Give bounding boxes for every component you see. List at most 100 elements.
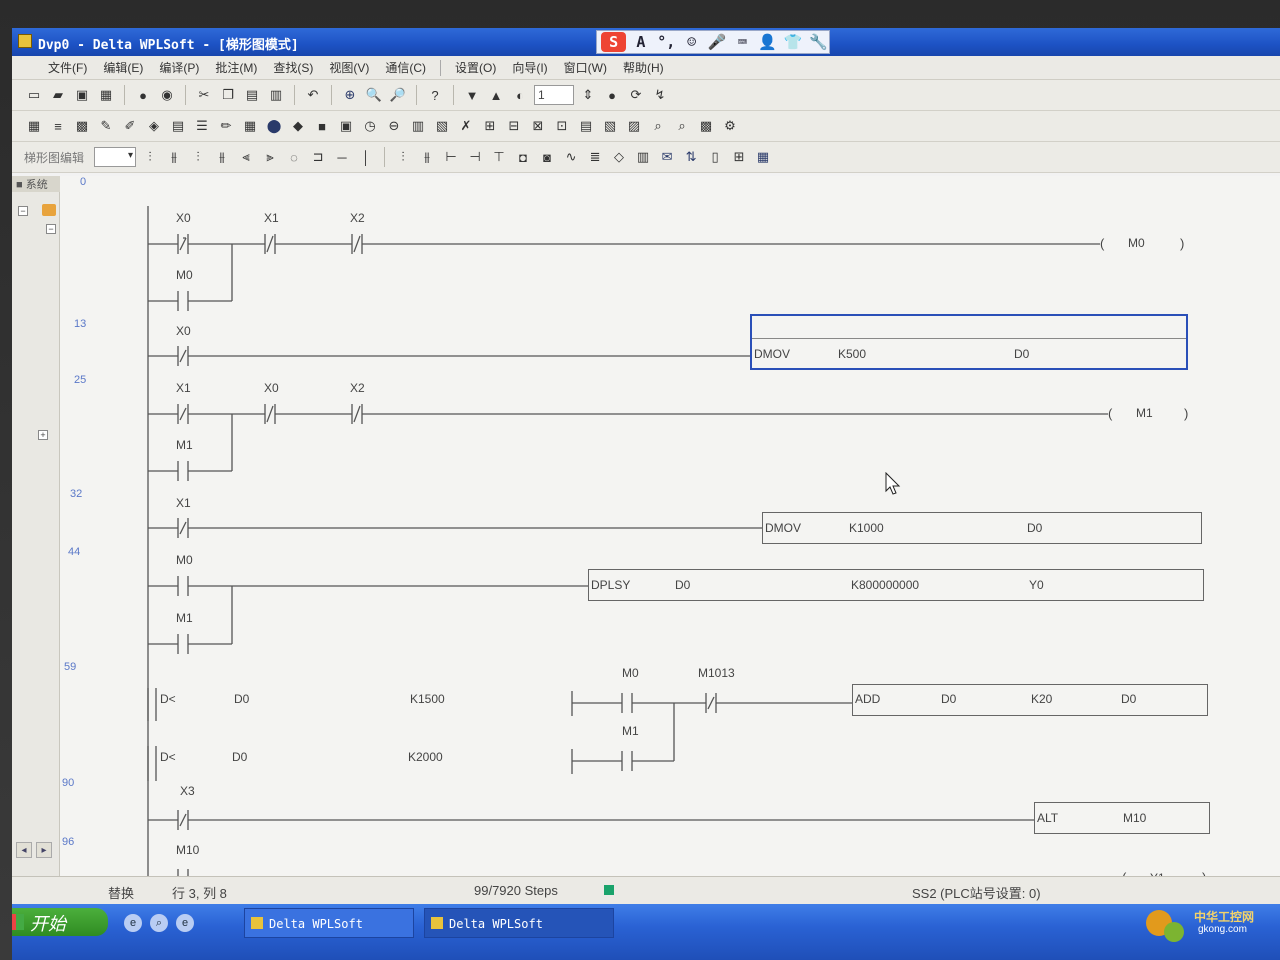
coil-insert-icon[interactable]: ◌ bbox=[284, 147, 304, 167]
menu-options[interactable]: 设置(O) bbox=[447, 59, 504, 76]
comment-icon[interactable]: ✎ bbox=[96, 116, 116, 136]
transfer-icon[interactable]: ⇅ bbox=[681, 147, 701, 167]
search-icon[interactable]: ⌕ bbox=[648, 116, 668, 136]
ime-emoji-icon[interactable]: ☺ bbox=[681, 32, 702, 52]
function-icon[interactable]: ⊐ bbox=[308, 147, 328, 167]
grid-icon[interactable]: ▦ bbox=[240, 116, 260, 136]
table-icon[interactable]: ▤ bbox=[168, 116, 188, 136]
hline-icon[interactable]: ─ bbox=[332, 147, 352, 167]
timer-icon[interactable]: ⊠ bbox=[528, 116, 548, 136]
pencil-icon[interactable]: ✏ bbox=[216, 116, 236, 136]
zoom-out-icon[interactable]: 🔎 bbox=[388, 85, 408, 105]
ime-skin-icon[interactable]: 👕 bbox=[782, 32, 803, 52]
compare-operand[interactable]: K1500 bbox=[410, 692, 445, 706]
contact-label[interactable]: M0 bbox=[622, 666, 639, 680]
tag-icon[interactable]: ◆ bbox=[288, 116, 308, 136]
compare-op[interactable]: D< bbox=[160, 692, 176, 706]
menu-search[interactable]: 查找(S) bbox=[265, 59, 321, 76]
paste-icon[interactable]: ▤ bbox=[242, 85, 262, 105]
scroll-right-icon[interactable]: ▸ bbox=[36, 842, 52, 858]
connect-icon[interactable]: ↯ bbox=[650, 85, 670, 105]
menu-wizard[interactable]: 向导(I) bbox=[504, 59, 555, 76]
delete-vline-icon[interactable]: ⫵ bbox=[417, 147, 437, 167]
contact-label[interactable]: X2 bbox=[350, 211, 365, 225]
search-icon[interactable]: ⌕ bbox=[150, 914, 168, 932]
ime-settings-icon[interactable]: 🔧 bbox=[808, 32, 829, 52]
pid-icon[interactable]: ◘ bbox=[513, 147, 533, 167]
tools-icon[interactable]: ⚙ bbox=[720, 116, 740, 136]
contact-label[interactable]: X2 bbox=[350, 381, 365, 395]
ie-icon[interactable]: e bbox=[124, 914, 142, 932]
block-icon[interactable]: ■ bbox=[312, 116, 332, 136]
contact-label[interactable]: X3 bbox=[180, 784, 195, 798]
menu-communication[interactable]: 通信(C) bbox=[377, 59, 434, 76]
coil-icon[interactable]: ⊞ bbox=[480, 116, 500, 136]
ime-keyboard-icon[interactable]: ⌨ bbox=[732, 32, 753, 52]
mail-icon[interactable]: ✉ bbox=[657, 147, 677, 167]
ime-voice-icon[interactable]: 🎤 bbox=[706, 32, 727, 52]
menu-comment[interactable]: 批注(M) bbox=[207, 59, 265, 76]
falling-edge-icon[interactable]: ⫸ bbox=[260, 147, 280, 167]
stop-icon[interactable]: ⊖ bbox=[384, 116, 404, 136]
run-icon[interactable]: ● bbox=[602, 85, 622, 105]
instruction-box[interactable]: DPLSY D0 K800000000 Y0 bbox=[588, 569, 1204, 601]
vline-icon[interactable]: │ bbox=[356, 147, 376, 167]
plc-icon[interactable]: ▥ bbox=[408, 116, 428, 136]
search-next-icon[interactable]: ⌕ bbox=[672, 116, 692, 136]
compare-operand[interactable]: D0 bbox=[232, 750, 247, 764]
wrench-icon[interactable]: ✗ bbox=[456, 116, 476, 136]
coil-label[interactable]: M0 bbox=[1128, 236, 1145, 250]
save-icon[interactable]: ▣ bbox=[72, 85, 92, 105]
folder-icon[interactable] bbox=[42, 204, 56, 216]
marker-icon[interactable]: ⬤ bbox=[264, 116, 284, 136]
contact-label[interactable]: M1 bbox=[622, 724, 639, 738]
tree-tab[interactable]: ■ 系统 bbox=[12, 176, 60, 192]
menu-help[interactable]: 帮助(H) bbox=[615, 59, 672, 76]
open-file-icon[interactable]: ▰ bbox=[48, 85, 68, 105]
edit-icon[interactable]: ✐ bbox=[120, 116, 140, 136]
nc-contact-icon[interactable]: ⫵ bbox=[164, 147, 184, 167]
tree-collapse-icon[interactable]: − bbox=[46, 224, 56, 234]
no-contact-icon[interactable]: ⫶ bbox=[140, 147, 160, 167]
tree-expand-icon[interactable]: + bbox=[38, 430, 48, 440]
module-icon[interactable]: ▦ bbox=[753, 147, 773, 167]
parallel-nc-icon[interactable]: ⫵ bbox=[212, 147, 232, 167]
menu-file[interactable]: 文件(F) bbox=[40, 59, 95, 76]
compare-operand[interactable]: D0 bbox=[234, 692, 249, 706]
contact-label[interactable]: M0 bbox=[176, 268, 193, 282]
coil-open-bracket[interactable]: ( bbox=[1108, 406, 1112, 421]
spinner-icon[interactable]: ⇕ bbox=[578, 85, 598, 105]
contact-icon[interactable]: ⊟ bbox=[504, 116, 524, 136]
browser-icon[interactable]: e bbox=[176, 914, 194, 932]
instruction-box[interactable]: ADD D0 K20 D0 bbox=[852, 684, 1208, 716]
diamond-icon[interactable]: ◇ bbox=[609, 147, 629, 167]
step-input[interactable] bbox=[534, 85, 574, 105]
contact-label[interactable]: M1013 bbox=[698, 666, 735, 680]
menu-view[interactable]: 视图(V) bbox=[321, 59, 377, 76]
contact-label[interactable]: M1 bbox=[176, 438, 193, 452]
instruction-mode-icon[interactable]: ≡ bbox=[48, 116, 68, 136]
return-icon[interactable]: ⊤ bbox=[489, 147, 509, 167]
undo-icon[interactable]: ↶ bbox=[303, 85, 323, 105]
refresh-icon[interactable]: ⟳ bbox=[626, 85, 646, 105]
upload-icon[interactable]: ▲ bbox=[486, 85, 506, 105]
battery-icon[interactable]: ▯ bbox=[705, 147, 725, 167]
mode-select[interactable]: ▾ bbox=[94, 147, 137, 167]
rising-edge-icon[interactable]: ⫷ bbox=[236, 147, 256, 167]
wizard-icon[interactable]: ◙ bbox=[537, 147, 557, 167]
copy-icon[interactable]: ❐ bbox=[218, 85, 238, 105]
scroll-left-icon[interactable]: ◂ bbox=[16, 842, 32, 858]
compare-op[interactable]: D< bbox=[160, 750, 176, 764]
zoom-in-icon[interactable]: 🔍 bbox=[364, 85, 384, 105]
taskbar-item[interactable]: Delta WPLSoft bbox=[424, 908, 614, 938]
contact-label[interactable]: X0 bbox=[176, 324, 191, 338]
coil-open-bracket[interactable]: ( bbox=[1100, 236, 1104, 251]
coil-close-bracket[interactable]: ) bbox=[1180, 236, 1184, 251]
register-icon[interactable]: ▤ bbox=[576, 116, 596, 136]
sfc-mode-icon[interactable]: ▩ bbox=[72, 116, 92, 136]
compare-operand[interactable]: K2000 bbox=[408, 750, 443, 764]
contact-label[interactable]: X0 bbox=[264, 381, 279, 395]
instruction-box[interactable]: ALT M10 bbox=[1034, 802, 1210, 834]
list-icon[interactable]: ☰ bbox=[192, 116, 212, 136]
ime-logo-icon[interactable]: S bbox=[601, 32, 627, 52]
